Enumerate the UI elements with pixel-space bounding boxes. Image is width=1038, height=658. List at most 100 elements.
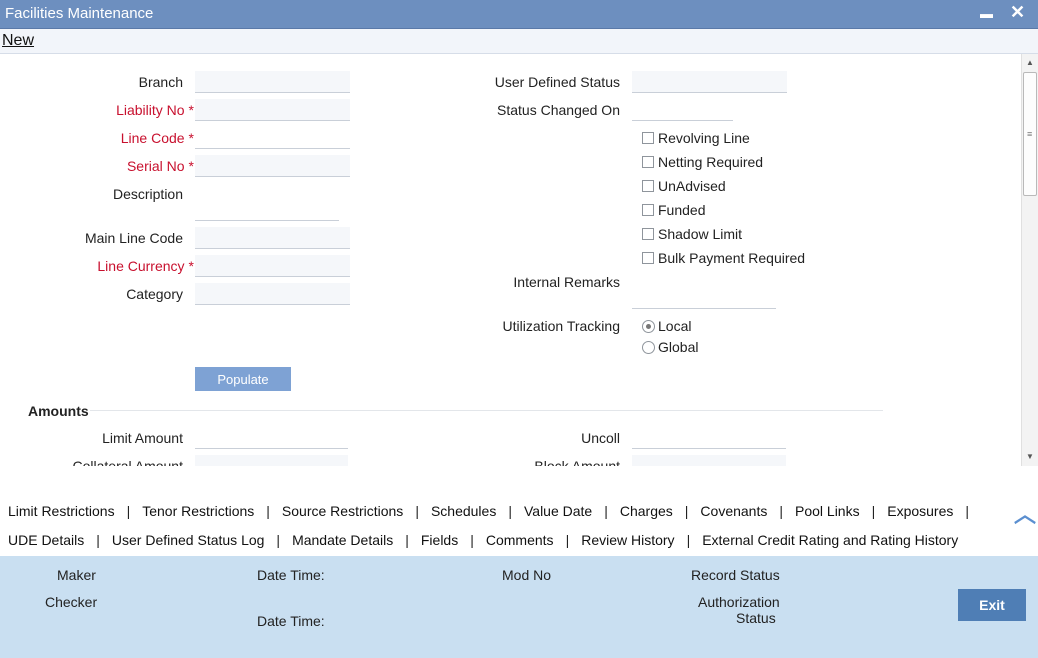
scroll-up-icon[interactable]: ▲ [1026,58,1034,67]
block-amount-field[interactable] [632,455,786,466]
tab-separator: | [565,532,570,548]
branch-field[interactable] [195,71,350,93]
user-defined-status-label: User Defined Status [494,74,620,90]
limit-amount-field[interactable] [195,427,348,449]
exit-button[interactable]: Exit [958,589,1026,621]
populate-button[interactable]: Populate [195,367,291,391]
window-title: Facilities Maintenance [5,5,154,22]
revolving-line-checkbox[interactable] [642,132,654,144]
shadow-limit-checkbox[interactable] [642,228,654,240]
tab-charges[interactable]: Charges [620,503,673,519]
collateral-amount-field[interactable] [195,455,348,466]
bulk-payment-required-checkbox[interactable] [642,252,654,264]
line-code-field[interactable] [195,127,350,149]
status-changed-on-field[interactable] [632,99,733,121]
main-form: Branch Liability No * Line Code * Serial N… [0,54,1020,466]
tab-separator: | [508,503,512,519]
tab-exposures[interactable]: Exposures [887,503,953,519]
mod-no-label: Mod No [502,567,552,583]
bulk-payment-required-label: Bulk Payment Required [658,250,806,266]
tab-user-defined-status-log[interactable]: User Defined Status Log [112,532,265,548]
new-link[interactable]: New [2,32,34,50]
main-line-code-field[interactable] [195,227,350,249]
tab-mandate-details[interactable]: Mandate Details [292,532,393,548]
grip-icon: ≡ [1027,129,1033,139]
tab-external-credit-rating-and-rating-history[interactable]: External Credit Rating and Rating Histor… [702,532,958,548]
scroll-thumb[interactable]: ≡ [1023,72,1037,196]
tab-separator: | [604,503,608,519]
tab-ude-details[interactable]: UDE Details [8,532,84,548]
tab-separator: | [96,532,100,548]
serial-no-field[interactable] [195,155,350,177]
audit-footer: Maker Checker Date Time: Date Time: Mod … [0,556,1038,658]
line-currency-label: Line Currency * [97,258,194,274]
tab-source-restrictions[interactable]: Source Restrictions [282,503,403,519]
tab-schedules[interactable]: Schedules [431,503,496,519]
uncoll-label: Uncoll [581,430,620,446]
funded-label: Funded [658,202,706,218]
internal-remarks-field[interactable] [632,287,776,309]
tab-separator: | [470,532,474,548]
menu-bar: New [0,29,1038,54]
internal-remarks-label: Internal Remarks [513,274,620,290]
global-label: Global [658,339,699,355]
unadvised-label: UnAdvised [658,178,726,194]
tab-separator: | [871,503,876,519]
tab-value-date[interactable]: Value Date [524,503,592,519]
maker-date-time-label: Date Time: [257,567,325,583]
funded-checkbox[interactable] [642,204,654,216]
line-currency-field[interactable] [195,255,350,277]
amounts-heading: Amounts [28,403,89,419]
netting-required-checkbox[interactable] [642,156,654,168]
record-status-label: Record Status [691,567,780,583]
global-radio[interactable] [642,341,655,354]
user-defined-status-field[interactable] [632,71,787,93]
local-radio[interactable] [642,320,655,333]
local-label: Local [658,318,692,334]
tab-separator: | [779,503,783,519]
category-label: Category [126,286,183,302]
tab-separator: | [686,532,691,548]
minimize-icon[interactable]: ▬ [980,3,993,25]
liability-no-field[interactable] [195,99,350,121]
line-code-label: Line Code * [120,130,194,146]
block-amount-label: Block Amount [534,458,620,466]
branch-label: Branch [138,74,183,90]
tab-separator: | [276,532,281,548]
close-icon[interactable]: ✕ [1010,1,1025,23]
tab-limit-restrictions[interactable]: Limit Restrictions [8,503,115,519]
tab-tenor-restrictions[interactable]: Tenor Restrictions [142,503,254,519]
description-field[interactable] [195,199,339,221]
liability-no-label: Liability No * [116,102,194,118]
description-label: Description [112,186,183,202]
revolving-line-label: Revolving Line [658,130,750,146]
amounts-divider [90,410,883,411]
collapse-icon[interactable]: ︿ [1014,497,1036,529]
tab-fields[interactable]: Fields [421,532,458,548]
tab-pool-links[interactable]: Pool Links [795,503,860,519]
unadvised-checkbox[interactable] [642,180,654,192]
tab-separator: | [266,503,270,519]
serial-no-label: Serial No * [126,158,194,174]
collateral-amount-label: Collateral Amount [72,458,183,466]
authorization-status-label: Status [736,610,776,626]
scroll-down-icon[interactable]: ▼ [1026,452,1034,461]
subsystem-tabs: Limit Restrictions | Tenor Restrictions | So… [0,493,1038,555]
main-line-code-label: Main Line Code [84,230,183,246]
tab-review-history[interactable]: Review History [581,532,674,548]
maker-label: Maker [57,567,96,583]
vertical-scrollbar[interactable]: ▲ ≡ ▼ [1021,54,1038,466]
utilization-tracking-label: Utilization Tracking [502,318,621,334]
uncoll-field[interactable] [632,427,786,449]
authorization-label: Authorization [698,594,780,610]
tab-covenants[interactable]: Covenants [700,503,767,519]
netting-required-label: Netting Required [658,154,764,170]
tab-separator: | [405,532,409,548]
tab-row-1: Limit Restrictions | Tenor Restrictions | So… [8,503,981,531]
status-changed-on-label: Status Changed On [497,102,620,118]
tab-separator: | [126,503,131,519]
tab-separator: | [415,503,419,519]
tab-separator: | [965,503,970,519]
tab-comments[interactable]: Comments [486,532,554,548]
category-field[interactable] [195,283,350,305]
